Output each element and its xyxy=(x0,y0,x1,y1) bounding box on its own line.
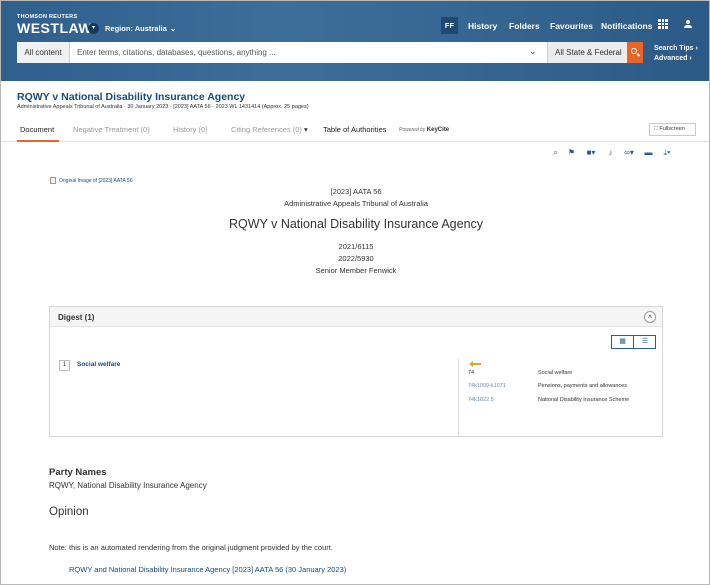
digest-header[interactable]: Digest (1) ˄ xyxy=(50,307,662,327)
tab-table-of-authorities[interactable]: Table of Authorities xyxy=(323,125,386,134)
original-image-link[interactable]: Original Image of [2023] AATA 56 xyxy=(50,177,132,184)
advanced-search-label: Advanced xyxy=(654,55,688,62)
court-name: Administrative Appeals Tribunal of Austr… xyxy=(284,199,428,208)
region-label: Region: Australia xyxy=(105,24,167,33)
opinion-heading: Opinion xyxy=(49,506,89,518)
chevron-down-icon: ⌄ xyxy=(169,24,177,33)
powered-by-label: Powered by xyxy=(399,127,426,133)
expand-icon: ⛶ xyxy=(654,126,658,132)
tab-citing-references[interactable]: Citing References (0) ▾ xyxy=(231,125,308,134)
keycite-badge: Powered by KeyCite xyxy=(399,127,449,133)
chevron-down-icon[interactable]: ▾ xyxy=(88,23,99,34)
key-description: Social welfare xyxy=(538,370,573,376)
tab-negative-treatment[interactable]: Negative Treatment (0) xyxy=(73,125,150,134)
key-description: National Disability Insurance Scheme xyxy=(538,397,630,403)
document-tabs: Document Negative Treatment (0) History … xyxy=(1,120,709,142)
key-number-link[interactable]: 74k1009-k1071 xyxy=(468,383,506,389)
link-icon[interactable]: ∞▾ xyxy=(619,146,639,159)
chevron-down-icon[interactable]: ⌄ xyxy=(529,46,537,57)
folder-icon[interactable]: ▬ xyxy=(642,146,655,159)
divider xyxy=(458,359,459,435)
tab-document[interactable]: Document xyxy=(20,125,54,134)
nav-folders[interactable]: Folders xyxy=(509,21,540,31)
rendering-note: Note: this is an automated rendering fro… xyxy=(49,543,333,552)
westlaw-window: THOMSON REUTERS WESTLAW ▾ Region: Austra… xyxy=(0,0,710,585)
tribunal-member: Senior Member Fenwick xyxy=(315,266,397,275)
fullscreen-button[interactable]: ⛶ Fullscreen xyxy=(649,123,696,136)
key-number-link[interactable]: 74k1022.5 xyxy=(468,397,494,403)
search-button[interactable] xyxy=(627,42,643,63)
search-input[interactable] xyxy=(77,45,527,60)
key-icon xyxy=(469,360,481,367)
party-names-heading: Party Names xyxy=(49,467,107,478)
view-toggle: ▦ ☰ xyxy=(611,335,656,349)
digest-panel: Digest (1) ˄ ▦ ☰ 1 Social welfare 74 Soc… xyxy=(49,306,663,437)
chevron-up-icon[interactable]: ˄ xyxy=(644,311,656,323)
top-header: THOMSON REUTERS WESTLAW ▾ Region: Austra… xyxy=(1,1,709,81)
download-icon[interactable]: ⤓▾ xyxy=(657,146,677,159)
bell-icon[interactable]: ♪ xyxy=(604,146,617,159)
key-number[interactable]: 74 xyxy=(468,370,474,376)
digest-entry-number: 1 xyxy=(59,360,70,371)
case-number: 2021/6115 xyxy=(338,242,374,251)
case-citation: [2023] AATA 56 xyxy=(330,187,382,196)
list-view-icon[interactable]: ☰ xyxy=(634,336,656,348)
digest-title: Digest (1) xyxy=(58,313,95,322)
party-names: RQWY, National Disability Insurance Agen… xyxy=(49,481,207,490)
search-tips-label: Search Tips xyxy=(654,45,694,52)
nav-history[interactable]: History xyxy=(468,21,497,31)
key-description: Pensions, payments and allowances xyxy=(538,383,627,389)
grid-view-icon[interactable]: ▦ xyxy=(612,336,634,348)
document-meta: Administrative Appeals Tribunal of Austr… xyxy=(17,104,309,110)
case-title: RQWY v National Disability Insurance Age… xyxy=(228,217,484,231)
user-initials-badge[interactable]: FF xyxy=(441,17,458,34)
jurisdiction-selector[interactable]: All State & Federal xyxy=(547,42,627,63)
digest-topic-link[interactable]: Social welfare xyxy=(77,361,120,368)
content-scope-tab[interactable]: All content xyxy=(17,42,70,63)
region-selector[interactable]: Region: Australia ⌄ xyxy=(105,24,177,33)
judgment-link[interactable]: RQWY and National Disability Insurance A… xyxy=(69,565,346,574)
active-tab-indicator xyxy=(17,140,59,142)
apps-grid-icon[interactable] xyxy=(658,19,668,29)
pdf-icon xyxy=(50,177,56,184)
keycite-logo: KeyCite xyxy=(426,127,450,133)
annotate-icon[interactable]: ■▾ xyxy=(581,146,601,159)
case-number: 2022/5930 xyxy=(338,254,374,263)
search-within-icon[interactable]: ⌕ xyxy=(549,146,562,159)
nav-favourites[interactable]: Favourites xyxy=(550,21,593,31)
flag-icon[interactable]: ⚑ xyxy=(565,146,578,159)
search-bar: All content ⌄ All State & Federal xyxy=(17,42,643,63)
search-tips-link[interactable]: Search Tips › Advanced › xyxy=(654,44,698,64)
user-profile-icon[interactable] xyxy=(684,20,692,29)
document-title: RQWY v National Disability Insurance Age… xyxy=(17,91,246,103)
citing-references-label: Citing References (0) xyxy=(231,125,302,134)
westlaw-logo[interactable]: WESTLAW xyxy=(17,20,92,36)
tab-history[interactable]: History (0) xyxy=(173,125,208,134)
nav-notifications[interactable]: Notifications xyxy=(601,21,652,31)
original-image-label: Original Image of [2023] AATA 56 xyxy=(59,177,133,184)
caret-down-icon: ▾ xyxy=(303,125,308,134)
fullscreen-label: Fullscreen xyxy=(659,126,685,132)
